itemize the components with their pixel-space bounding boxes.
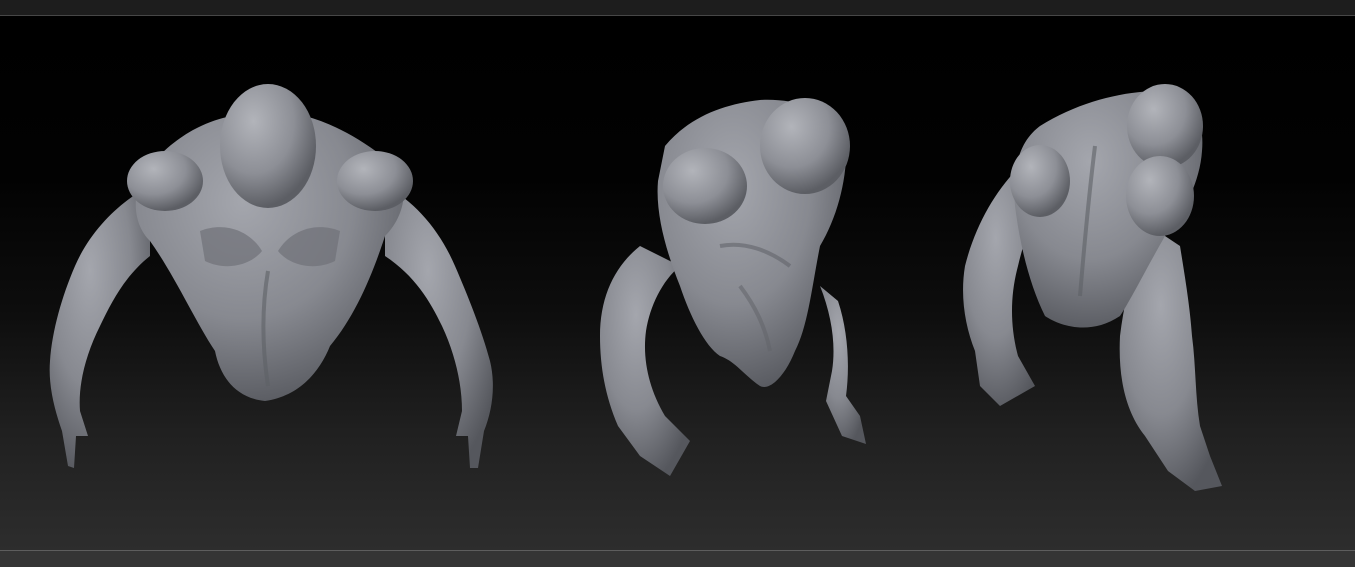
model-back-view[interactable] xyxy=(963,84,1222,491)
model-three-quarter-view[interactable] xyxy=(600,98,866,476)
model-front-view[interactable] xyxy=(49,84,493,468)
sculpt-torso-back-icon xyxy=(963,84,1222,491)
canvas-svg xyxy=(49,84,1222,491)
top-toolbar-strip xyxy=(0,0,1355,15)
sculpt-torso-front-icon xyxy=(49,84,493,468)
document-canvas[interactable] xyxy=(0,16,1355,550)
sculpt-app-window xyxy=(0,0,1355,567)
bottom-toolbar-strip xyxy=(0,551,1355,567)
sculpt-torso-three-quarter-icon xyxy=(600,98,866,476)
